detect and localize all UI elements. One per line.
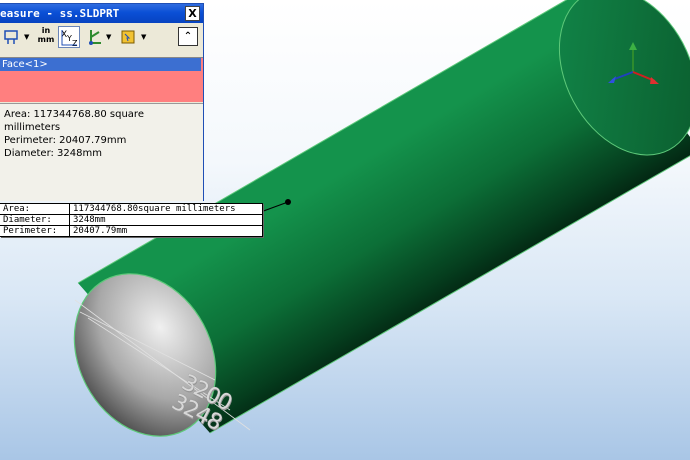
close-icon: X: [188, 7, 197, 20]
callout-value: 117344768.80square millimeters: [73, 204, 236, 214]
chevron-down-icon[interactable]: ▼: [24, 33, 29, 41]
callout-value: 3248mm: [73, 215, 106, 225]
measure-results: Area: 117344768.80 square millimeters Pe…: [0, 103, 203, 201]
collapse-icon: ⌃: [183, 31, 193, 42]
point-to-point-button[interactable]: [86, 26, 104, 48]
callout-value: 20407.79mm: [73, 226, 128, 236]
units-bottom-label: mm: [37, 35, 55, 44]
chevron-down-icon[interactable]: ▼: [141, 33, 146, 41]
face-select-icon: [121, 30, 135, 44]
measure-options-button[interactable]: [3, 26, 23, 48]
xyz-button[interactable]: X Y Z: [58, 26, 80, 48]
dialog-titlebar[interactable]: easure - ss.SLDPRT X: [0, 4, 203, 23]
xyz-coordinate-icon: X Y Z: [61, 30, 78, 47]
point-to-point-icon: [89, 30, 101, 45]
chevron-down-icon[interactable]: ▼: [106, 33, 111, 41]
callout-key: Area:: [0, 204, 70, 214]
units-top-label: in: [41, 26, 51, 35]
callout-key: Diameter:: [0, 215, 70, 225]
collapse-button[interactable]: ⌃: [178, 27, 198, 46]
callout-row: Diameter: 3248mm: [0, 215, 262, 226]
svg-text:Z: Z: [72, 39, 78, 47]
measure-dialog: easure - ss.SLDPRT X ▼ in mm X Y Z ▼ ▼ ⌃…: [0, 3, 204, 201]
callout-row: Area: 117344768.80square millimeters: [0, 204, 262, 215]
callout-point: [285, 199, 291, 205]
selection-list[interactable]: Face<1>: [0, 57, 203, 102]
result-diameter: Diameter: 3248mm: [4, 148, 102, 159]
dialog-title: easure - ss.SLDPRT: [0, 7, 120, 20]
units-button[interactable]: in mm: [37, 26, 55, 48]
callout-key: Perimeter:: [0, 226, 70, 236]
measure-callout: Area: 117344768.80square millimeters Dia…: [0, 203, 263, 237]
result-area: Area: 117344768.80 square millimeters: [4, 109, 144, 133]
selection-item-face[interactable]: Face<1>: [0, 58, 201, 71]
result-perimeter: Perimeter: 20407.79mm: [4, 135, 127, 146]
dialog-toolbar: ▼ in mm X Y Z ▼ ▼ ⌃: [0, 24, 203, 50]
callout-row: Perimeter: 20407.79mm: [0, 226, 262, 236]
face-select-button[interactable]: [119, 26, 137, 48]
measure-dropdown-icon: [4, 30, 18, 44]
close-button[interactable]: X: [185, 6, 200, 21]
